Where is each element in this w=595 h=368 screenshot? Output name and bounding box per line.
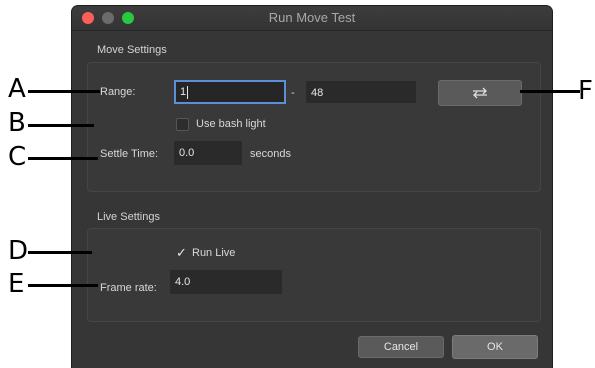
use-bash-light-label: Use bash light (196, 118, 266, 130)
window-title: Run Move Test (268, 10, 356, 25)
annotation-e-line (28, 284, 98, 287)
annotation-e: E (8, 269, 25, 299)
swap-range-button[interactable] (438, 80, 522, 106)
annotation-b: B (8, 108, 26, 138)
range-label: Range: (100, 86, 136, 98)
annotation-f: F (578, 76, 593, 106)
live-settings-title: Live Settings (97, 211, 160, 223)
title-bar: Run Move Test (72, 6, 552, 31)
text-caret (187, 85, 189, 99)
annotation-a: A (8, 74, 26, 104)
annotation-b-line (28, 124, 94, 127)
cancel-button[interactable]: Cancel (358, 336, 444, 358)
run-live-label: Run Live (192, 247, 236, 259)
frame-rate-label: Frame rate: (100, 282, 157, 294)
move-settings-title: Move Settings (97, 44, 167, 56)
swap-arrows-icon (473, 87, 487, 99)
ok-button[interactable]: OK (452, 335, 538, 359)
run-live-check-icon[interactable]: ✓ (176, 245, 187, 261)
annotation-d: D (8, 236, 29, 266)
live-settings-group (87, 228, 541, 322)
annotation-d-line (28, 251, 92, 254)
run-move-test-dialog: Run Move Test Move Settings Range: 1 - 4… (72, 6, 552, 368)
frame-rate-input[interactable]: 4.0 (170, 270, 282, 294)
annotation-f-line (520, 90, 580, 93)
annotation-c-line (28, 157, 98, 160)
settle-time-unit: seconds (250, 148, 291, 160)
range-separator: - (291, 87, 295, 99)
range-end-input[interactable]: 48 (306, 81, 416, 103)
settle-time-label: Settle Time: (100, 148, 159, 160)
settle-time-input[interactable]: 0.0 (174, 141, 242, 165)
annotation-a-line (28, 90, 100, 93)
range-start-value: 1 (180, 86, 187, 98)
range-start-input[interactable]: 1 (174, 80, 286, 104)
use-bash-light-checkbox[interactable] (176, 118, 189, 131)
annotation-c: C (8, 142, 27, 172)
